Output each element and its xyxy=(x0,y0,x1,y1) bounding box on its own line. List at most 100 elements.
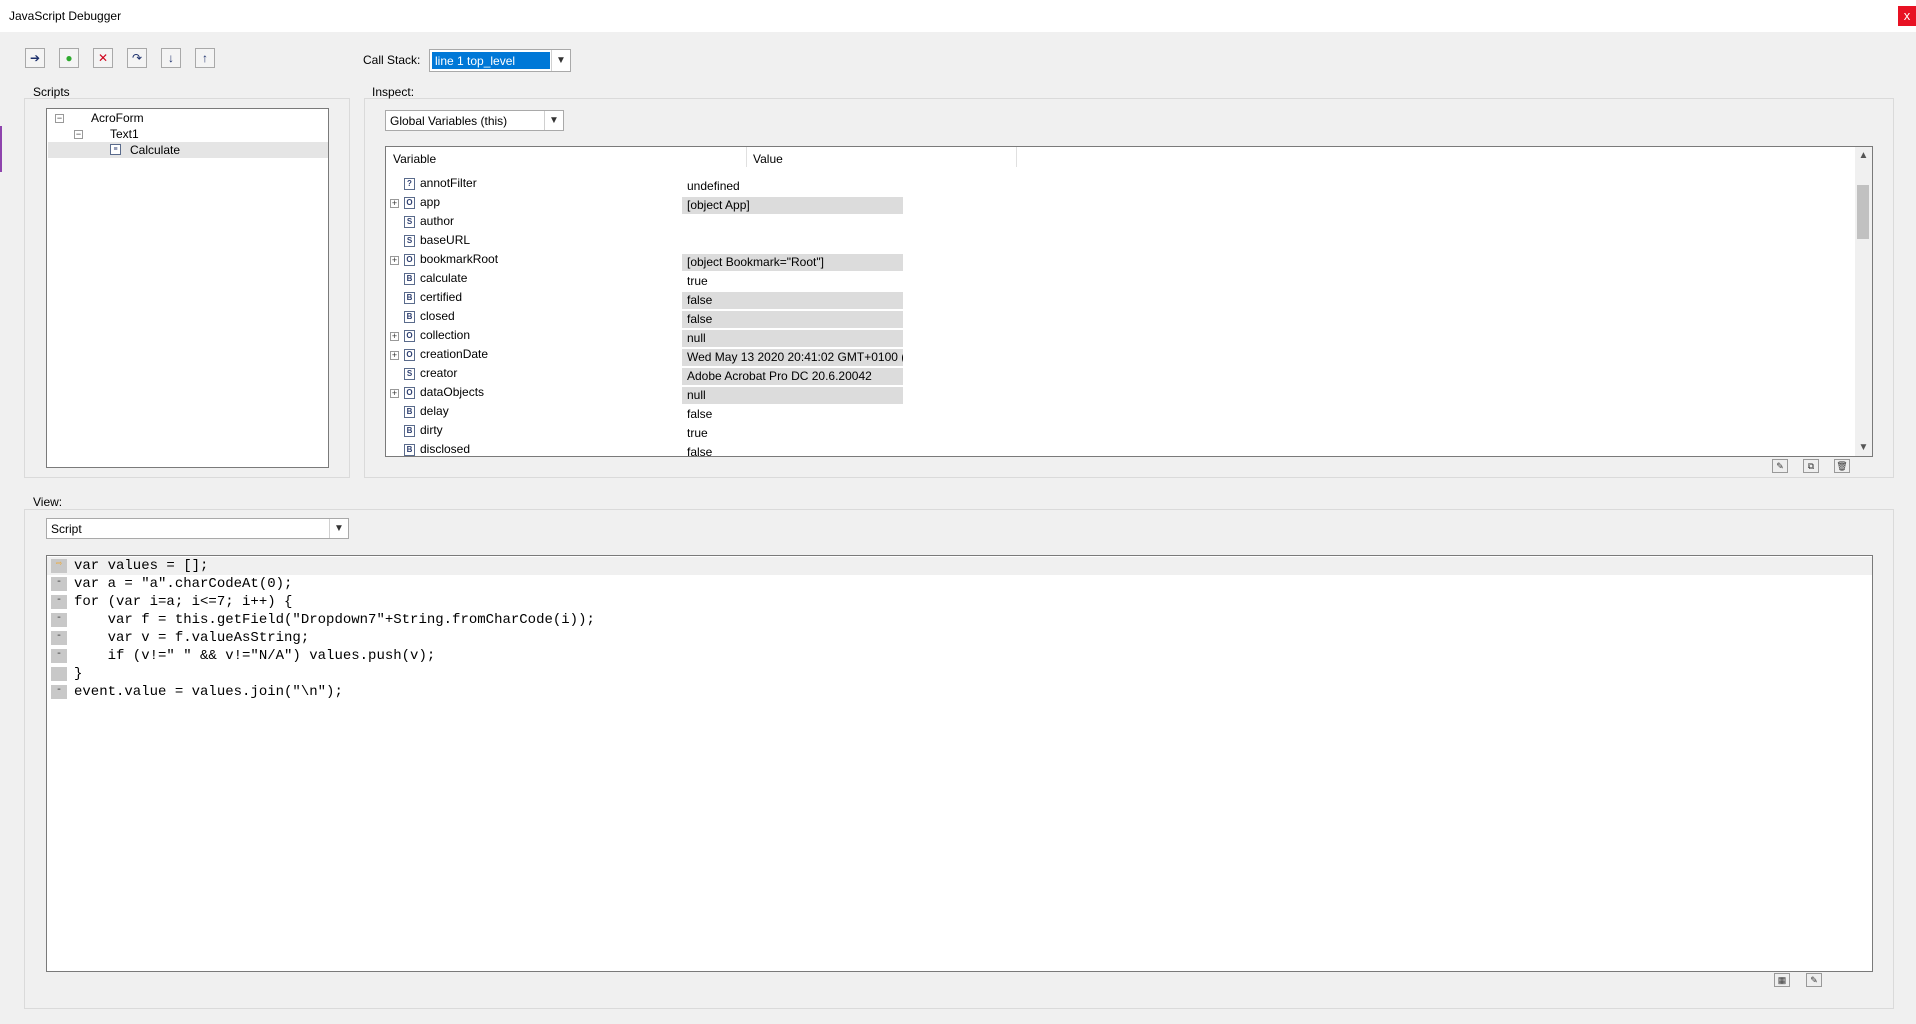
code-line[interactable]: - if (v!=" " && v!="N/A") values.push(v)… xyxy=(47,647,1872,665)
column-header-value[interactable]: Value xyxy=(753,152,783,166)
expand-icon[interactable]: + xyxy=(390,389,399,398)
vertical-scrollbar[interactable]: ▲ ▼ xyxy=(1855,147,1872,456)
view-mode-select[interactable]: Script ▼ xyxy=(46,518,349,539)
scroll-thumb[interactable] xyxy=(1857,185,1869,239)
tree-item-calculate[interactable]: ≡ Calculate xyxy=(48,142,328,158)
current-line-arrow-icon[interactable]: ⇨ xyxy=(51,559,67,573)
step-out-button[interactable]: ↑ xyxy=(195,48,215,68)
code-line[interactable]: - event.value = values.join("\n"); xyxy=(47,683,1872,701)
variable-value: [object App] xyxy=(682,197,903,214)
view-mode-value: Script xyxy=(51,522,82,536)
table-row[interactable]: + OcreationDate Wed May 13 2020 20:41:02 G… xyxy=(386,347,1872,366)
scripts-tree: − AcroForm − Text1 ≡ Calculate xyxy=(46,108,329,468)
code-line[interactable]: - var f = this.getField("Dropdown7"+Stri… xyxy=(47,611,1872,629)
code-lines: ⇨ var values = []; - var a = "a".charCodeAt… xyxy=(47,556,1872,971)
table-row[interactable]: + Oapp [object App] xyxy=(386,195,1872,214)
tree-item-acroform[interactable]: − AcroForm xyxy=(47,110,328,126)
breakpoints-icon[interactable]: ▦ xyxy=(1774,973,1790,987)
breakpoint-gutter[interactable] xyxy=(51,667,67,681)
edit-script-icon[interactable]: ✎ xyxy=(1806,973,1822,987)
code-line[interactable]: - var a = "a".charCodeAt(0); xyxy=(47,575,1872,593)
variable-name: app xyxy=(420,195,441,209)
step-over-button[interactable]: ↷ xyxy=(127,48,147,68)
table-row[interactable]: Screator Adobe Acrobat Pro DC 20.6.20042 xyxy=(386,366,1872,385)
code-line[interactable]: ⇨ var values = []; xyxy=(47,557,1872,575)
column-divider[interactable] xyxy=(746,147,747,167)
variable-name: dirty xyxy=(420,423,443,437)
interrupt-button[interactable]: ● xyxy=(59,48,79,68)
expand-icon[interactable]: + xyxy=(390,332,399,341)
table-row[interactable]: Bdelay false xyxy=(386,404,1872,423)
code-text: var values = []; xyxy=(74,558,209,574)
variable-name: delay xyxy=(420,404,449,418)
breakpoint-gutter[interactable]: - xyxy=(51,595,67,609)
table-row[interactable]: + Ocollection null xyxy=(386,328,1872,347)
type-icon: B xyxy=(404,311,415,323)
collapse-icon[interactable]: − xyxy=(55,114,64,123)
expand-icon[interactable]: + xyxy=(390,199,399,208)
variable-name: baseURL xyxy=(420,233,471,247)
collapse-icon[interactable]: − xyxy=(74,130,83,139)
scope-select[interactable]: Global Variables (this) ▼ xyxy=(385,110,564,131)
tree-item-text1[interactable]: − Text1 xyxy=(47,126,328,142)
variable-value: [object Bookmark="Root"] xyxy=(682,254,903,271)
breakpoint-gutter[interactable]: - xyxy=(51,685,67,699)
scroll-down-icon[interactable]: ▼ xyxy=(1855,439,1872,456)
step-out-icon: ↑ xyxy=(202,51,208,65)
code-line[interactable]: } xyxy=(47,665,1872,683)
table-row[interactable]: + OdataObjects null xyxy=(386,385,1872,404)
variable-name: author xyxy=(420,214,455,228)
chevron-down-icon[interactable]: ▼ xyxy=(551,50,570,71)
quit-button[interactable]: ✕ xyxy=(93,48,113,68)
breakpoint-gutter[interactable]: - xyxy=(51,649,67,663)
table-row[interactable]: Sauthor xyxy=(386,214,1872,233)
type-icon: O xyxy=(404,387,415,399)
breakpoint-gutter[interactable]: - xyxy=(51,577,67,591)
view-label: View: xyxy=(33,495,63,509)
expand-icon[interactable]: + xyxy=(390,351,399,360)
close-button[interactable]: x xyxy=(1898,6,1916,26)
breakpoint-gutter[interactable]: - xyxy=(51,631,67,645)
type-icon: B xyxy=(404,273,415,285)
edit-value-icon[interactable]: ✎ xyxy=(1772,459,1788,473)
code-line[interactable]: - for (var i=a; i<=7; i++) { xyxy=(47,593,1872,611)
variable-value: false xyxy=(682,311,903,328)
variable-value xyxy=(682,216,903,233)
variable-value: null xyxy=(682,330,903,347)
scripts-label: Scripts xyxy=(33,85,70,99)
breakpoint-gutter[interactable]: - xyxy=(51,613,67,627)
resume-button[interactable]: ➔ xyxy=(25,48,45,68)
table-row[interactable]: ? annotFilter undefined xyxy=(386,176,1872,195)
expand-icon[interactable]: + xyxy=(390,256,399,265)
table-row[interactable]: Bdisclosed false xyxy=(386,442,1872,456)
variable-name: creator xyxy=(420,366,458,380)
step-into-button[interactable]: ↓ xyxy=(161,48,181,68)
table-row[interactable]: Bcertified false xyxy=(386,290,1872,309)
type-icon: O xyxy=(404,349,415,361)
column-header-variable[interactable]: Variable xyxy=(393,152,436,166)
column-divider[interactable] xyxy=(1016,147,1017,167)
script-editor[interactable]: ⇨ var values = []; - var a = "a".charCodeAt… xyxy=(46,555,1873,972)
table-row[interactable]: + ObookmarkRoot [object Bookmark="Root"] xyxy=(386,252,1872,271)
delete-icon[interactable]: 🗑 xyxy=(1834,459,1850,473)
chevron-down-icon[interactable]: ▼ xyxy=(544,111,563,130)
table-row[interactable]: Bdirty true xyxy=(386,423,1872,442)
type-icon: S xyxy=(404,368,415,380)
scope-value: Global Variables (this) xyxy=(390,114,508,128)
tree-item-label: Calculate xyxy=(130,143,181,157)
code-line[interactable]: - var v = f.valueAsString; xyxy=(47,629,1872,647)
variable-name: dataObjects xyxy=(420,385,485,399)
call-stack-select[interactable]: line 1 top_level ▼ xyxy=(429,49,571,72)
step-into-icon: ↓ xyxy=(168,51,174,65)
scroll-up-icon[interactable]: ▲ xyxy=(1855,147,1872,164)
type-icon: B xyxy=(404,425,415,437)
chevron-down-icon[interactable]: ▼ xyxy=(329,519,348,538)
variable-value: Wed May 13 2020 20:41:02 GMT+0100 (GMT S… xyxy=(682,349,903,366)
table-row[interactable]: Bclosed false xyxy=(386,309,1872,328)
table-row[interactable]: SbaseURL xyxy=(386,233,1872,252)
code-text: var v = f.valueAsString; xyxy=(74,630,310,646)
watch-icon[interactable]: ⧉ xyxy=(1803,459,1819,473)
table-row[interactable]: Bcalculate true xyxy=(386,271,1872,290)
variable-name: collection xyxy=(420,328,471,342)
type-icon: O xyxy=(404,197,415,209)
